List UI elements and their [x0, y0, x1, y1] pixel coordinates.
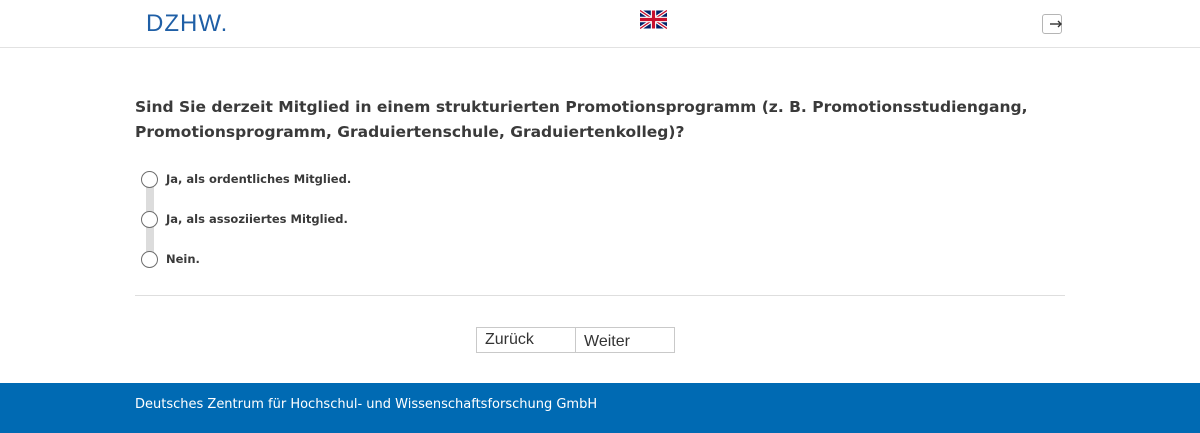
question-text: Sind Sie derzeit Mitglied in einem struk… [135, 98, 1028, 141]
option-label: Ja, als ordentliches Mitglied. [166, 172, 352, 186]
back-button[interactable]: Zurück [477, 328, 576, 352]
next-button[interactable]: Weiter [577, 328, 674, 352]
navigation-buttons: Zurück Weiter [476, 327, 675, 353]
section-divider [135, 295, 1065, 296]
uk-flag-icon[interactable] [639, 9, 668, 30]
logout-icon [1050, 20, 1062, 28]
option-label: Ja, als assoziiertes Mitglied. [166, 212, 348, 226]
footer-text: Deutsches Zentrum für Hochschul- und Wis… [135, 397, 598, 412]
dzhw-logo[interactable]: DZHW. [146, 11, 228, 37]
page-footer: Deutsches Zentrum für Hochschul- und Wis… [0, 383, 1200, 433]
logout-button[interactable] [1042, 14, 1062, 34]
page-header: DZHW. [0, 0, 1200, 48]
radio-button[interactable] [141, 211, 158, 228]
option-label: Nein. [166, 252, 200, 266]
radio-button[interactable] [141, 251, 158, 268]
radio-button[interactable] [141, 171, 158, 188]
